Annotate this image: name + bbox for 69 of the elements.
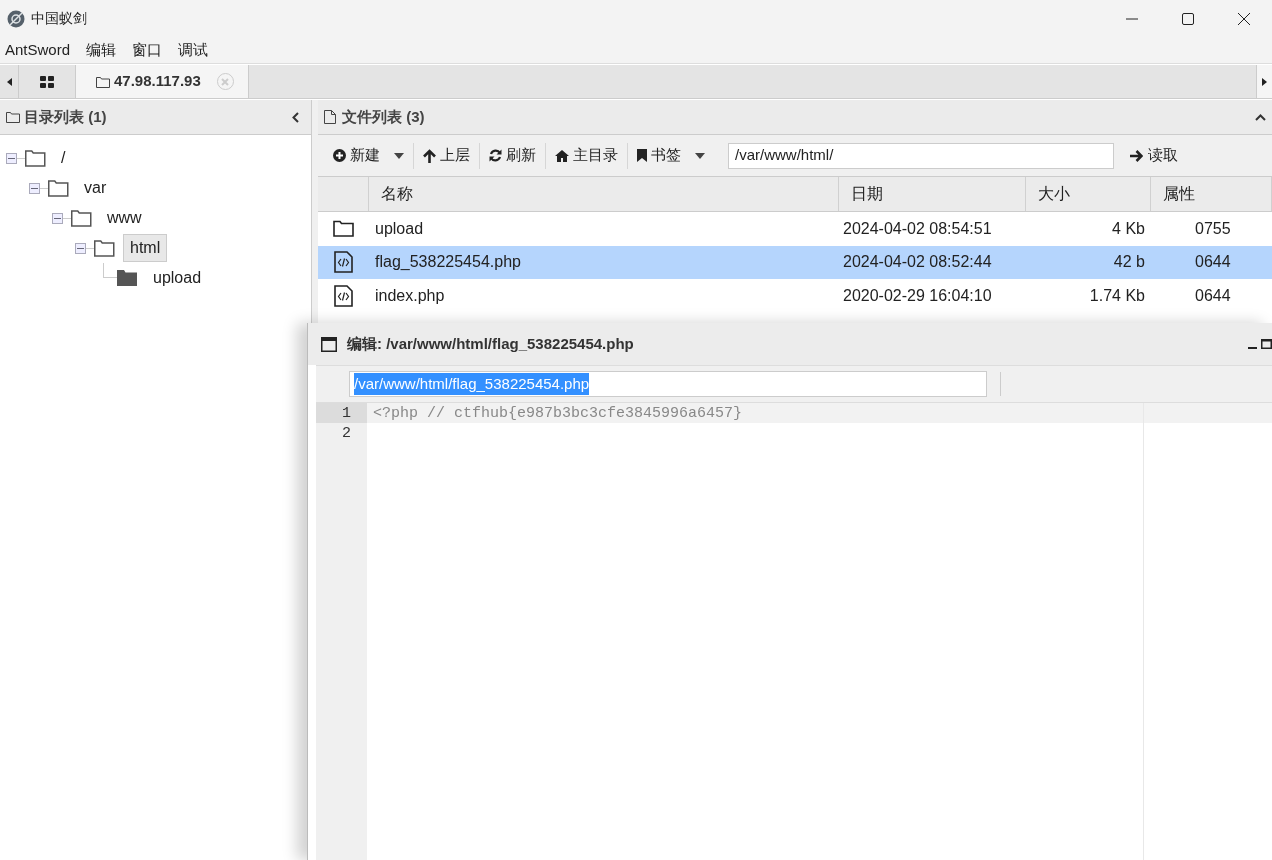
collapse-toggle-icon[interactable] — [29, 182, 40, 194]
folder-icon — [333, 220, 354, 238]
tree-item[interactable]: html — [123, 234, 168, 262]
new-button[interactable]: 新建 — [324, 140, 413, 171]
home-button[interactable]: 主目录 — [546, 140, 627, 171]
line-number: 2 — [341, 424, 352, 443]
file-mode: 0644 — [1194, 285, 1232, 306]
file-size: 4 Kb — [1111, 218, 1146, 239]
folder-icon — [25, 149, 46, 167]
file-icon — [324, 110, 336, 124]
collapse-icon[interactable] — [1255, 113, 1266, 121]
menu-item[interactable]: AntSword — [0, 38, 79, 62]
tree-item[interactable]: / — [54, 144, 73, 172]
window-title: 中国蚁剑 — [31, 9, 87, 28]
file-mode: 0644 — [1194, 252, 1232, 273]
collapse-toggle-icon[interactable] — [6, 152, 17, 164]
collapse-icon[interactable] — [292, 111, 299, 123]
menu-item[interactable]: 编辑 — [78, 38, 125, 62]
arrow-right-icon — [1130, 149, 1143, 162]
bookmark-icon — [637, 149, 647, 162]
window-title: 编辑: /var/www/html/flag_538225454.php — [347, 333, 634, 354]
column-header[interactable]: 属性 — [1151, 177, 1272, 211]
plus-circle-icon — [333, 149, 346, 162]
menu-item[interactable]: 调试 — [170, 38, 217, 62]
file-mode: 0755 — [1194, 218, 1232, 239]
file-date: 2024-04-02 08:52:44 — [842, 252, 993, 273]
bookmark-button[interactable]: 书签 — [628, 140, 714, 171]
file-row[interactable]: flag_538225454.php 2024-04-02 08:52:44 42 b 0644 — [318, 245, 1272, 279]
column-header[interactable]: 日期 — [839, 177, 1026, 211]
folder-icon — [117, 269, 138, 287]
home-icon — [555, 149, 569, 162]
menu-item[interactable]: 窗口 — [124, 38, 171, 62]
folder-icon — [6, 111, 20, 123]
file-name: flag_538225454.php — [374, 252, 522, 273]
path-field[interactable]: /var/www/html/ — [728, 142, 1114, 169]
code-file-icon — [334, 251, 353, 274]
tab[interactable]: 47.98.117.93 — [76, 65, 249, 98]
read-button[interactable]: 读取 — [1120, 140, 1188, 171]
file-date: 2024-04-02 08:54:51 — [842, 218, 993, 239]
folder-icon — [48, 179, 69, 197]
code-file-icon — [334, 284, 353, 307]
line-number: 1 — [316, 403, 367, 423]
folder-icon — [71, 209, 92, 227]
folder-icon — [94, 239, 115, 257]
column-header[interactable]: 大小 — [1026, 177, 1151, 211]
refresh-button[interactable]: 刷新 — [480, 140, 545, 171]
collapse-toggle-icon[interactable] — [52, 212, 63, 224]
up-button[interactable]: 上层 — [414, 140, 479, 171]
file-size: 42 b — [1112, 252, 1146, 273]
app-logo-icon — [7, 9, 25, 28]
code-line: <?php // ctfhub{e987b3bc3cfe3845996a6457} — [373, 405, 743, 422]
tree-item[interactable]: www — [100, 204, 149, 232]
file-size: 1.74 Kb — [1088, 285, 1146, 306]
collapse-toggle-icon[interactable] — [75, 242, 86, 254]
column-header[interactable]: 名称 — [369, 177, 839, 211]
file-name: index.php — [374, 285, 446, 306]
grid-icon — [40, 75, 54, 88]
refresh-icon — [489, 149, 502, 162]
maximize-icon[interactable] — [1261, 339, 1272, 349]
panel-title: 文件列表 (3) — [342, 106, 425, 127]
tree-item[interactable]: var — [77, 174, 114, 202]
file-name: upload — [374, 218, 425, 239]
folder-icon — [96, 75, 110, 88]
panel-title: 目录列表 (1) — [24, 106, 107, 127]
window-icon — [321, 336, 337, 352]
tree-item[interactable]: upload — [146, 264, 209, 292]
arrow-up-icon — [423, 148, 436, 163]
scroll-right-icon[interactable] — [1256, 65, 1272, 98]
file-date: 2020-02-29 16:04:10 — [842, 285, 993, 306]
